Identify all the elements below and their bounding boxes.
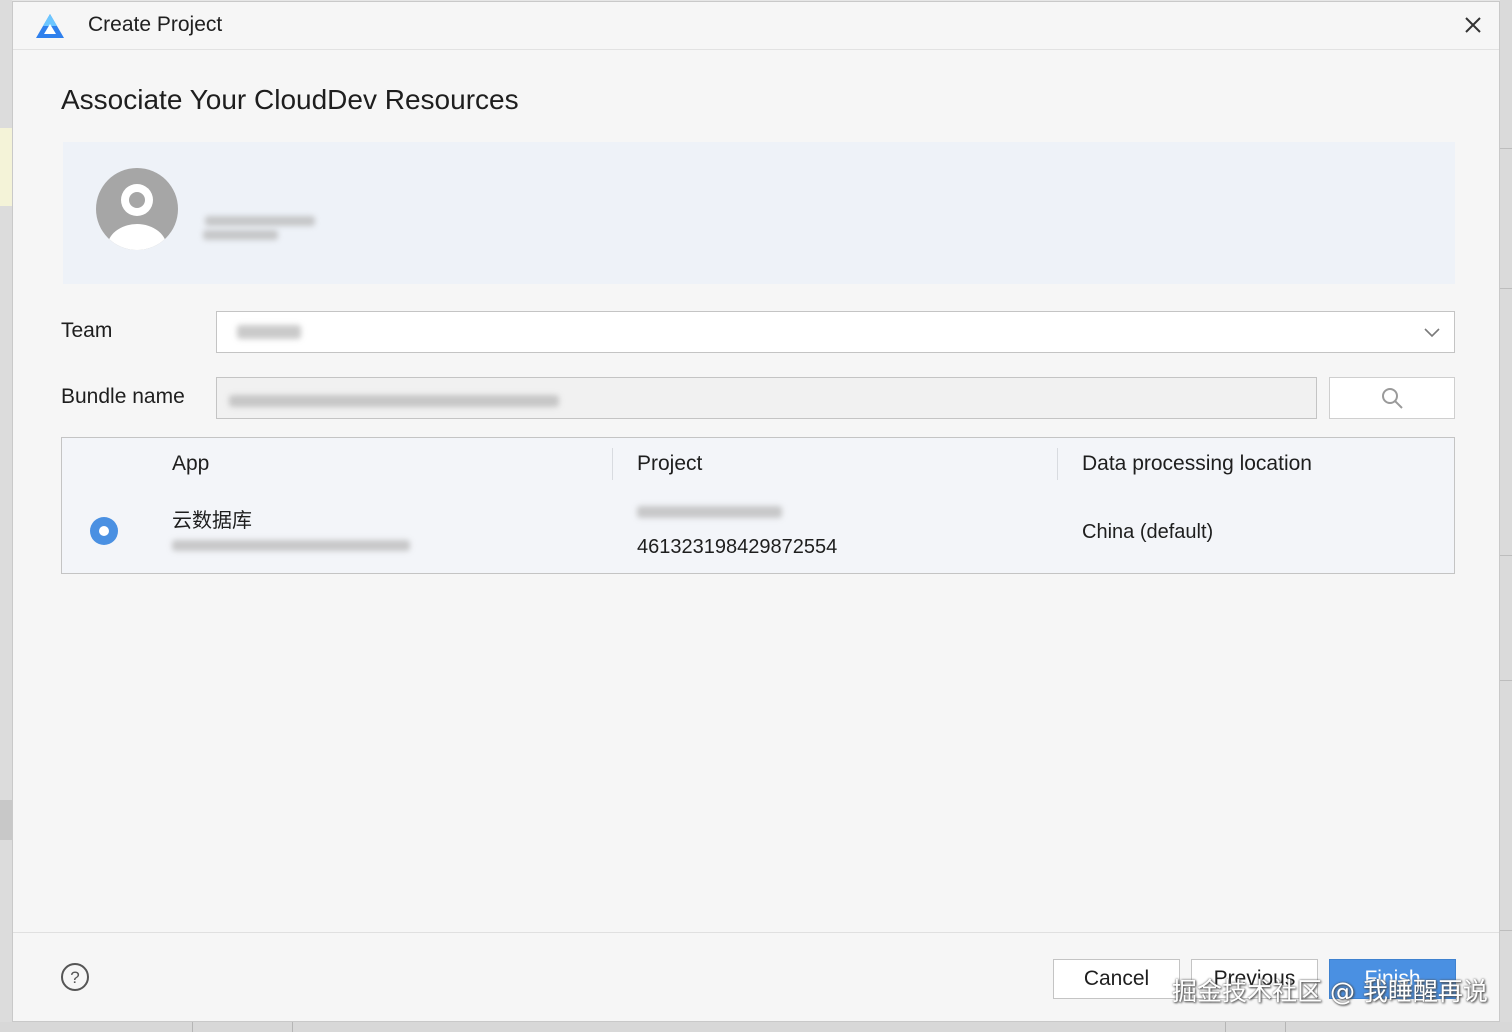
bundle-name-field[interactable] xyxy=(216,377,1317,419)
column-header-app: App xyxy=(172,452,210,475)
page-title: Associate Your CloudDev Resources xyxy=(61,84,519,115)
app-project-table: App Project Data processing location 云数据… xyxy=(61,437,1455,574)
watermark-text: 掘金技术社区 @ 我睡醒再说 xyxy=(1172,977,1488,1006)
search-button[interactable] xyxy=(1329,377,1455,419)
bundle-name-label: Bundle name xyxy=(61,385,185,408)
account-name-redacted xyxy=(205,216,315,226)
team-label: Team xyxy=(61,319,113,342)
footer-divider xyxy=(13,932,1499,933)
chevron-down-icon xyxy=(1424,328,1440,338)
deveco-logo-icon xyxy=(36,14,64,38)
project-name-redacted xyxy=(637,506,782,518)
cancel-button[interactable]: Cancel xyxy=(1053,959,1180,999)
background-ide-right xyxy=(1500,0,1512,1032)
background-ide-bottom xyxy=(0,1022,1512,1032)
account-panel xyxy=(63,142,1455,284)
app-id-redacted xyxy=(172,540,410,551)
search-icon xyxy=(1382,388,1403,409)
create-project-dialog: Create Project Associate Your CloudDev R… xyxy=(12,1,1500,1022)
bundle-value-redacted xyxy=(229,395,559,407)
window-title: Create Project xyxy=(88,13,223,36)
team-select[interactable] xyxy=(216,311,1455,353)
project-id: 461323198429872554 xyxy=(637,536,838,558)
data-location: China (default) xyxy=(1082,521,1214,543)
team-value-redacted xyxy=(237,325,301,339)
table-row[interactable]: 云数据库 461323198429872554 China (default) xyxy=(62,488,1454,573)
close-icon xyxy=(1465,17,1481,33)
user-avatar-icon xyxy=(96,168,178,250)
svg-text:?: ? xyxy=(70,968,79,987)
column-header-project: Project xyxy=(637,452,703,475)
title-bar: Create Project xyxy=(13,2,1499,50)
row-radio-selected[interactable] xyxy=(90,517,118,545)
column-header-location: Data processing location xyxy=(1082,452,1312,475)
background-ide-left xyxy=(0,0,12,1032)
account-id-redacted xyxy=(203,230,278,240)
help-icon[interactable]: ? xyxy=(60,962,90,992)
close-button[interactable] xyxy=(1457,9,1489,41)
app-name: 云数据库 xyxy=(172,510,252,532)
